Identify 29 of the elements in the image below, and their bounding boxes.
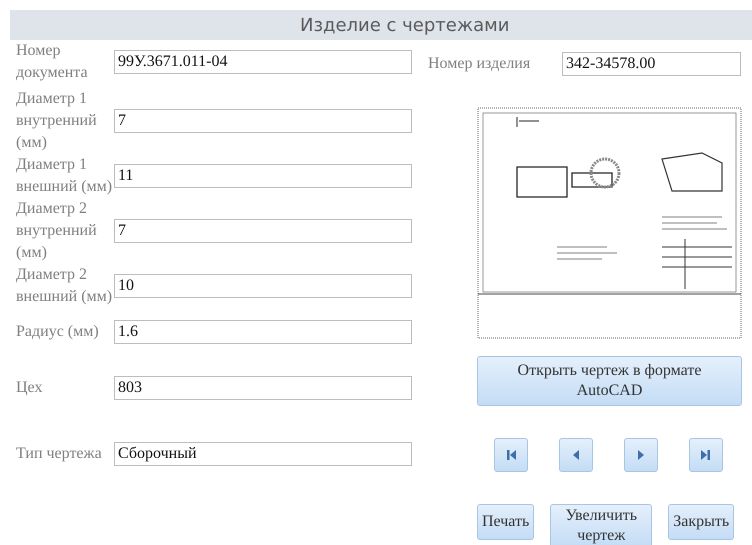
field-label: Диаметр 2 внешний (мм) bbox=[16, 265, 114, 307]
nav-button[interactable] bbox=[559, 438, 593, 472]
field-label: Диаметр 1 внутренний (мм) bbox=[16, 89, 98, 153]
nav-button[interactable] bbox=[689, 438, 723, 472]
open-autocad-button[interactable]: Открыть чертеж в формате AutoCAD bbox=[477, 356, 742, 406]
zoom-drawing-button[interactable]: Увеличить чертеж bbox=[550, 504, 652, 545]
input-field[interactable]: 7 bbox=[114, 109, 412, 133]
input-field[interactable]: 803 bbox=[114, 376, 412, 400]
field-label: Номер документа bbox=[16, 41, 89, 83]
field-label: Тип чертежа bbox=[16, 444, 103, 464]
input-field[interactable]: 7 bbox=[114, 219, 412, 243]
first-record-icon bbox=[505, 449, 517, 461]
close-button[interactable]: Закрыть bbox=[668, 504, 734, 540]
input-field[interactable]: 342-34578.00 bbox=[562, 52, 741, 76]
field-label: Номер изделия bbox=[428, 55, 532, 73]
nav-button[interactable] bbox=[494, 438, 528, 472]
field-label: Цех bbox=[16, 378, 44, 398]
last-record-icon bbox=[700, 449, 712, 461]
input-field[interactable]: Сборочный bbox=[114, 442, 412, 466]
print-button[interactable]: Печать bbox=[477, 504, 534, 540]
input-field[interactable]: 1.6 bbox=[114, 320, 412, 344]
nav-button[interactable] bbox=[624, 438, 658, 472]
input-field[interactable]: 10 bbox=[114, 274, 412, 298]
form-title: Изделие с чертежами bbox=[300, 14, 510, 36]
input-field[interactable]: 99У.3671.011-04 bbox=[114, 50, 412, 74]
field-label: Диаметр 2 внутренний (мм) bbox=[16, 199, 98, 263]
field-label: Диаметр 1 внешний (мм) bbox=[16, 155, 114, 197]
input-field[interactable]: 11 bbox=[114, 164, 412, 188]
field-label: Радиус (мм) bbox=[16, 322, 100, 342]
